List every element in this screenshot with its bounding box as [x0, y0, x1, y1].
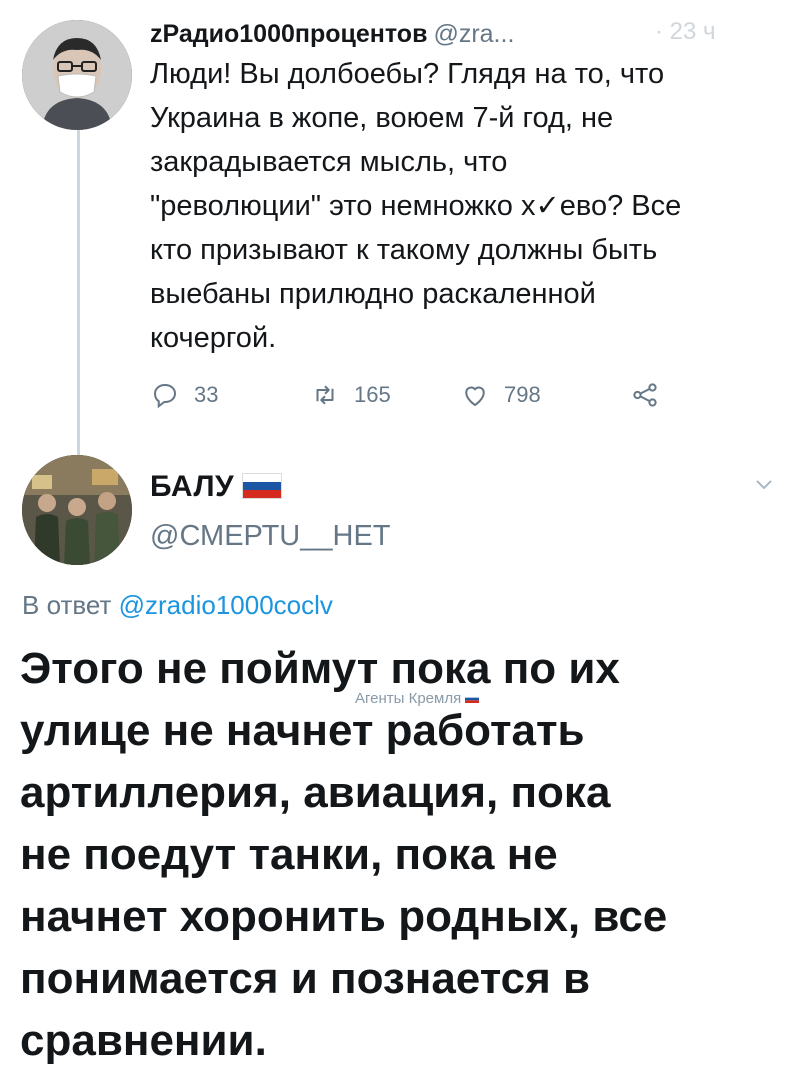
- tweet1-action-bar: 33 165 798: [0, 375, 800, 415]
- user-handle[interactable]: @zra...: [433, 20, 514, 48]
- avatar-soldiers-photo: [22, 455, 132, 565]
- retweet-icon: [316, 385, 334, 405]
- tweet-timestamp-faint: · 23 ч: [655, 18, 716, 45]
- reply-mention-link[interactable]: @zradio1000coclv: [119, 590, 333, 620]
- watermark: Агенты Кремля: [355, 690, 480, 707]
- retweet-count: 165: [354, 382, 391, 407]
- like-button[interactable]: 798: [460, 380, 541, 410]
- tweet2-author[interactable]: БАЛУ: [150, 470, 283, 504]
- retweet-button[interactable]: 165: [310, 380, 391, 410]
- reply-icon: [153, 383, 177, 409]
- display-name[interactable]: БАЛУ: [150, 470, 234, 503]
- like-icon: [465, 386, 485, 407]
- display-name[interactable]: zРадио1000процентов: [150, 20, 427, 48]
- tweet1-author[interactable]: zРадио1000процентов @zra...: [150, 20, 514, 49]
- watermark-flag-icon: [465, 695, 480, 703]
- replying-prefix: В ответ: [22, 590, 112, 620]
- share-icon: [633, 383, 657, 407]
- reply-count: 33: [194, 382, 219, 407]
- avatar-masked-man-image: [22, 20, 132, 130]
- user-handle[interactable]: @СМЕРТU__НЕТ: [150, 520, 391, 553]
- avatar[interactable]: [22, 455, 132, 565]
- replying-to-line: В ответ @zradio1000coclv: [22, 590, 333, 621]
- tweet1-text: Люди! Вы долбоебы? Глядя на то, что Укра…: [150, 58, 682, 354]
- like-count: 798: [504, 382, 541, 407]
- avatar[interactable]: [22, 20, 132, 130]
- chevron-down-icon[interactable]: [752, 472, 776, 496]
- watermark-text: Агенты Кремля: [355, 690, 462, 707]
- share-button[interactable]: [630, 380, 660, 410]
- russian-flag-icon: [242, 473, 283, 499]
- reply-button[interactable]: 33: [150, 380, 218, 410]
